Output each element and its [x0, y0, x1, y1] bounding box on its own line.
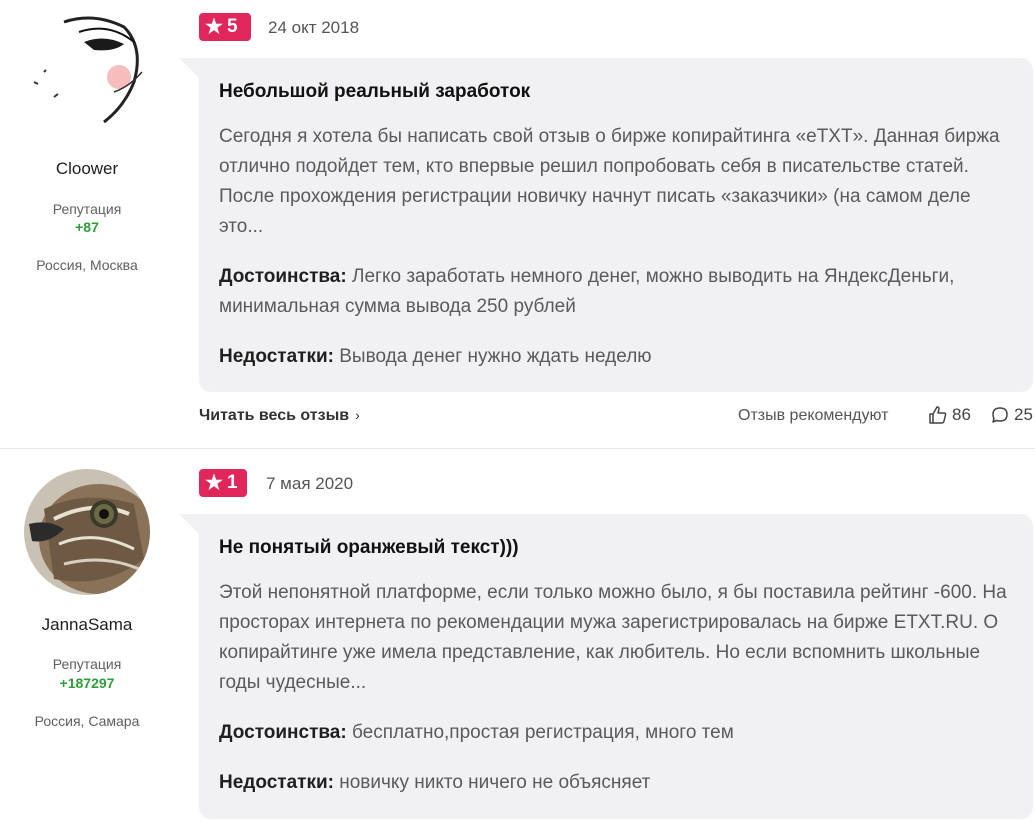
pros-text: бесплатно,простая регистрация, много тем: [351, 722, 734, 743]
review-cons: Недостатки: новичку никто ничего не объя…: [219, 768, 1019, 798]
review-pros: Достоинства: бесплатно,простая регистрац…: [219, 718, 1019, 748]
likes-count: 86: [952, 405, 971, 424]
author-location: Россия, Самара: [34, 713, 140, 729]
author-name[interactable]: JannaSama: [0, 615, 174, 635]
rating-badge: ★ 5: [199, 13, 251, 41]
avatar[interactable]: [24, 12, 150, 138]
review-date: 24 окт 2018: [268, 18, 360, 37]
recommend-label: Отзыв рекомендуют: [738, 407, 889, 424]
avatar-image: [24, 469, 150, 595]
review-cons: Недостатки: Вывода денег нужно ждать нед…: [219, 342, 1019, 372]
author-location: Россия, Москва: [36, 257, 138, 273]
cons-label: Недостатки:: [219, 346, 334, 367]
review-date: 7 мая 2020: [266, 474, 354, 493]
review-title[interactable]: Небольшой реальный заработок: [219, 81, 530, 103]
reputation-value: +187297: [59, 675, 115, 691]
star-icon: ★: [205, 472, 223, 494]
rating-badge: ★ 1: [199, 469, 247, 497]
reputation-label: Репутация: [52, 201, 122, 217]
review-text: Этой непонятной платформе, если только м…: [219, 582, 1007, 693]
review-bubble: Не понятый оранжевый текст))) Этой непон…: [179, 514, 1033, 819]
comment-icon: [992, 407, 1008, 423]
thumbs-up-icon: [929, 406, 947, 424]
review-footer: Читать весь отзыв › Отзыв рекомендуют 86 …: [199, 405, 1035, 431]
cons-text: Вывода денег нужно ждать неделю: [339, 346, 652, 367]
reputation-value: +87: [75, 219, 99, 235]
author-name[interactable]: Cloower: [0, 159, 174, 179]
divider: [0, 448, 1035, 449]
review-pros: Достоинства: Легко заработать немного де…: [219, 262, 1019, 322]
comments-count: 25: [1014, 405, 1033, 424]
avatar-image: [24, 12, 150, 138]
cons-text: новичку никто ничего не объясняет: [339, 772, 651, 793]
pros-label: Достоинства:: [219, 722, 347, 743]
cons-label: Недостатки:: [219, 772, 334, 793]
review-card: JannaSama Репутация +187297 Россия, Сама…: [0, 456, 1035, 822]
chevron-right-icon: ›: [355, 407, 360, 423]
review-text: Сегодня я хотела бы написать свой отзыв …: [219, 126, 1000, 237]
rating-value: 5: [226, 16, 238, 37]
review-title[interactable]: Не понятый оранжевый текст))): [219, 537, 519, 559]
read-more-label: Читать весь отзыв: [199, 407, 350, 424]
rating-value: 1: [226, 472, 238, 493]
comments-button[interactable]: 25: [990, 405, 1033, 425]
pros-label: Достоинства:: [219, 266, 347, 287]
likes-button[interactable]: 86: [928, 405, 971, 425]
review-card: Cloower Репутация +87 Россия, Москва ★ 5…: [0, 0, 1035, 448]
avatar[interactable]: [24, 469, 150, 595]
review-bubble: Небольшой реальный заработок Сегодня я х…: [179, 58, 1033, 392]
star-icon: ★: [205, 16, 223, 38]
reputation-label: Репутация: [52, 656, 122, 672]
read-more-link[interactable]: Читать весь отзыв ›: [199, 407, 360, 425]
